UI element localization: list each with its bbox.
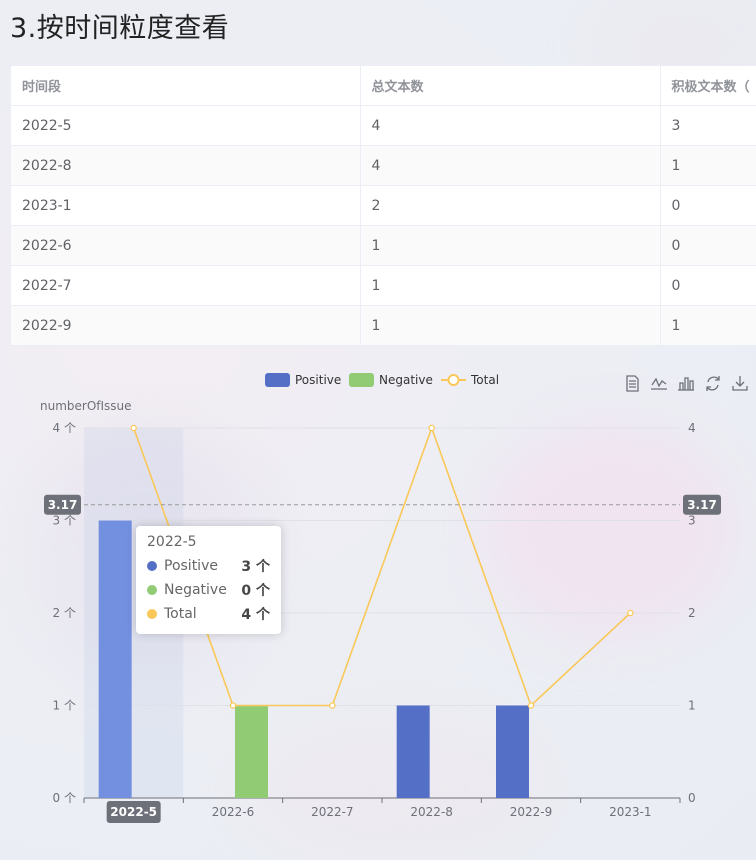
time-granularity-table: 时间段 总文本数 积极文本数（ 2022-5 4 3 2022-8 4 1 20…	[11, 66, 756, 346]
table-row[interactable]: 2022-8 4 1	[11, 145, 756, 186]
icon-path	[678, 377, 694, 391]
point-total[interactable]	[329, 702, 336, 709]
x-tick-label: 2022-9	[510, 805, 553, 819]
tooltip-row-total: Total 4 个	[147, 602, 270, 626]
table-cell: 3	[660, 105, 756, 146]
x-tick-label: 2022-8	[410, 805, 453, 819]
tooltip-series-value: 4 个	[241, 607, 270, 623]
crosshair-label-right: 3.17	[687, 498, 717, 512]
tooltip-row-positive: Positive 3 个	[147, 554, 270, 578]
y-right-tick-label: 2	[688, 606, 696, 620]
legend-label: Total	[470, 373, 499, 387]
tooltip-series-value: 3 个	[241, 559, 270, 575]
table-row[interactable]: 2022-9 1 1	[11, 305, 756, 346]
icon-path	[626, 375, 639, 392]
point-total[interactable]	[130, 424, 137, 432]
x-tick-label: 2022-5	[110, 805, 157, 819]
table-cell: 4	[360, 145, 661, 186]
legend-item-negative[interactable]: Negative	[349, 373, 433, 387]
table-cell: 0	[660, 185, 756, 226]
series-dot-icon	[147, 609, 157, 619]
restore-icon[interactable]	[706, 376, 720, 391]
icon-path	[706, 376, 720, 391]
legend-swatch	[447, 374, 460, 386]
bar-positive[interactable]	[98, 520, 132, 799]
legend-label: Negative	[379, 373, 433, 387]
table-row[interactable]: 2022-7 1 0	[11, 265, 756, 306]
y-tick-label: 1 个	[53, 699, 76, 713]
tooltip-series-name: Positive	[164, 558, 218, 574]
icon-path	[732, 376, 748, 391]
table-row[interactable]: 2022-5 4 3	[11, 105, 756, 146]
column-header-total[interactable]: 总文本数	[360, 66, 661, 106]
y-right-tick-label: 3	[688, 514, 696, 528]
table-cell: 1	[660, 305, 756, 346]
y-axis-title: numberOfIssue	[40, 399, 132, 413]
table-cell: 1	[660, 145, 756, 186]
table-cell: 1	[360, 225, 661, 266]
stats-table: 时间段 总文本数 积极文本数（ 2022-5 4 3 2022-8 4 1 20…	[10, 65, 756, 346]
column-header-positive[interactable]: 积极文本数（	[660, 66, 756, 106]
icon-path	[651, 377, 667, 390]
point-total[interactable]	[527, 702, 535, 709]
point-total[interactable]	[428, 424, 435, 432]
x-tick-label: 2023-1	[609, 805, 652, 819]
line-chart-icon[interactable]	[651, 377, 667, 390]
table-cell: 2022-5	[11, 105, 361, 146]
series-dot-icon	[147, 585, 157, 595]
bar-negative[interactable]	[235, 705, 268, 799]
tooltip-series-value: 0 个	[241, 583, 270, 599]
bar-positive[interactable]	[496, 705, 529, 799]
series-dot-icon	[147, 561, 157, 571]
tooltip-title: 2022-5	[147, 534, 197, 550]
table-cell: 0	[660, 225, 756, 266]
table-cell: 2023-1	[11, 185, 361, 226]
tooltip-series-name: Negative	[164, 582, 227, 598]
table-cell: 1	[360, 305, 661, 346]
tooltip-series-name: Total	[164, 606, 197, 622]
y-tick-label: 3 个	[53, 514, 76, 528]
data-view-icon[interactable]	[626, 375, 639, 392]
bar-positive[interactable]	[396, 705, 430, 799]
y-right-tick-label: 4	[688, 421, 696, 435]
bar-chart-icon[interactable]	[678, 377, 694, 391]
table-row[interactable]: 2022-6 1 0	[11, 225, 756, 266]
page-title: 3.按时间粒度查看	[10, 13, 230, 44]
save-image-icon[interactable]	[732, 376, 748, 391]
column-header-period[interactable]: 时间段	[11, 66, 361, 106]
x-tick-label: 2022-6	[212, 805, 255, 819]
y-tick-label: 2 个	[53, 606, 76, 620]
table-cell: 4	[360, 105, 661, 146]
table-cell: 2022-9	[11, 305, 361, 346]
table-header-row: 时间段 总文本数 积极文本数（	[11, 66, 756, 106]
tooltip-row-negative: Negative 0 个	[147, 578, 270, 602]
y-tick-label: 0 个	[53, 791, 76, 805]
y-tick-label: 4 个	[53, 421, 76, 435]
legend-swatch	[265, 373, 290, 387]
issue-count-chart[interactable]: 0 个 0 1 个 1 2 个 2 3 个 3 4 个 4 numberOfIssue 3.17 3.1…	[0, 345, 756, 860]
legend-label: Positive	[295, 373, 341, 387]
table-cell: 1	[360, 265, 661, 306]
crosshair-label-left: 3.17	[48, 498, 78, 512]
legend-item-positive[interactable]: Positive	[265, 373, 341, 387]
point-total[interactable]	[627, 609, 634, 617]
table-cell: 2022-6	[11, 225, 361, 266]
legend-item-total[interactable]: Total	[441, 373, 499, 387]
table-cell: 2	[360, 185, 661, 226]
table-cell: 0	[660, 265, 756, 306]
y-right-tick-label: 1	[688, 699, 696, 713]
x-tick-label: 2022-7	[311, 805, 354, 819]
table-cell: 2022-7	[11, 265, 361, 306]
legend-swatch	[349, 373, 374, 387]
point-total[interactable]	[229, 702, 237, 709]
chart-tooltip: 2022-5 Positive 3 个 Negative 0 个 Total 4…	[136, 526, 281, 634]
table-cell: 2022-8	[11, 145, 361, 186]
y-right-tick-label: 0	[688, 791, 696, 805]
table-row[interactable]: 2023-1 2 0	[11, 185, 756, 226]
